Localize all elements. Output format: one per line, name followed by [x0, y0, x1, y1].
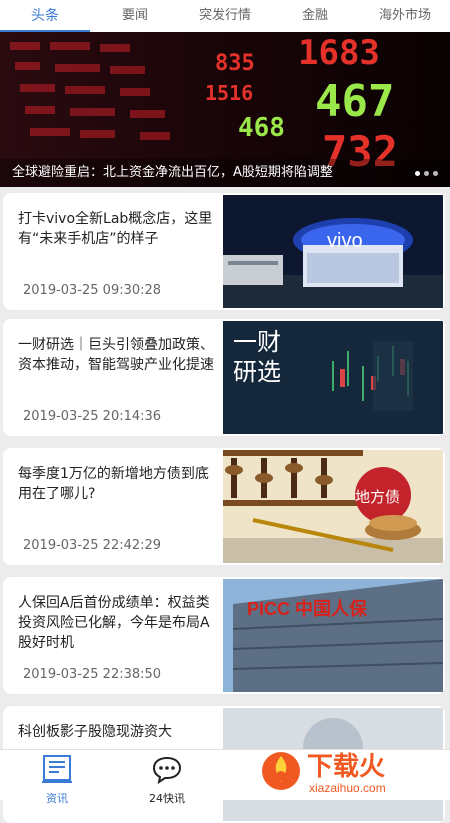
article-thumbnail: 地方债	[223, 450, 443, 563]
banner-caption: 全球避险重启：北上资金净流出百亿，A股短期将陷调整	[0, 159, 450, 187]
tab-headlines[interactable]: 头条	[0, 0, 90, 32]
carousel-dots	[415, 171, 438, 176]
nav-news[interactable]: 资讯	[27, 754, 87, 806]
thumb-text: PICC 中国人保	[247, 598, 368, 619]
board-number: 1516	[205, 81, 253, 105]
watermark-brand: 下载火	[307, 752, 385, 782]
board-number: 835	[215, 51, 255, 76]
article-date: 2019-03-25 20:14:36	[23, 409, 162, 424]
nav-label: 24快讯	[149, 792, 185, 805]
carousel-dot[interactable]	[424, 171, 429, 176]
nav-label: 资讯	[46, 792, 68, 805]
article-thumbnail: 一财 研选	[223, 321, 443, 434]
tab-finance[interactable]: 金融	[270, 0, 360, 32]
article-title: 科创板影子股隐现游资大	[18, 724, 172, 740]
article-card[interactable]: 人保回A后首份成绩单：权益类投资风险已化解，今年是布局A股好时机 2019-03…	[3, 577, 445, 694]
article-date: 2019-03-25 09:30:28	[23, 283, 162, 298]
article-card[interactable]: 每季度1万亿的新增地方债到底用在了哪儿? 2019-03-25 22:42:29…	[3, 448, 445, 565]
carousel-dot[interactable]	[433, 171, 438, 176]
watermark-logo: 下载火 xiazaihuo.com	[259, 746, 444, 796]
tab-breaking-market[interactable]: 突发行情	[180, 0, 270, 32]
headline-banner[interactable]: 1683 467 468 732 835 1516 全球避险重启：北上资金净流出…	[0, 32, 450, 187]
board-number: 1683	[298, 33, 380, 73]
board-number: 468	[238, 113, 285, 143]
article-card[interactable]: 打卡vivo全新Lab概念店，这里有“未来手机店”的样子 2019-03-25 …	[3, 193, 445, 310]
article-card[interactable]: 一财研选｜巨头引领叠加政策、资本推动，智能驾驶产业化提速 2019-03-25 …	[3, 319, 445, 436]
board-number: 467	[315, 76, 394, 127]
article-thumbnail: vivo	[223, 195, 443, 308]
nav-24h-flash[interactable]: 24快讯	[137, 754, 197, 806]
article-thumbnail: PICC 中国人保	[223, 579, 443, 692]
article-date: 2019-03-25 22:38:50	[23, 667, 162, 682]
carousel-dot[interactable]	[415, 171, 420, 176]
article-title: 打卡vivo全新Lab概念店，这里有“未来手机店”的样子	[18, 211, 213, 247]
bottom-nav-bar: 资讯 24快讯 下载火 xiazaihuo.com	[0, 746, 450, 805]
article-title: 一财研选｜巨头引领叠加政策、资本推动，智能驾驶产业化提速	[18, 337, 214, 373]
chat-bubble-icon	[152, 756, 182, 785]
watermark-url: xiazaihuo.com	[309, 781, 386, 795]
tab-important-news[interactable]: 要闻	[90, 0, 180, 32]
thumb-text: 一财 研选	[233, 328, 281, 386]
article-title: 人保回A后首份成绩单：权益类投资风险已化解，今年是布局A股好时机	[18, 595, 210, 651]
article-date: 2019-03-25 22:42:29	[23, 538, 162, 553]
thumb-text: vivo	[327, 230, 363, 252]
newspaper-icon	[42, 755, 72, 783]
thumb-text: 地方债	[355, 489, 400, 506]
top-tab-bar: 头条 要闻 突发行情 金融 海外市场	[0, 0, 450, 33]
tab-overseas-market[interactable]: 海外市场	[360, 0, 450, 32]
article-title: 每季度1万亿的新增地方债到底用在了哪儿?	[18, 466, 209, 502]
